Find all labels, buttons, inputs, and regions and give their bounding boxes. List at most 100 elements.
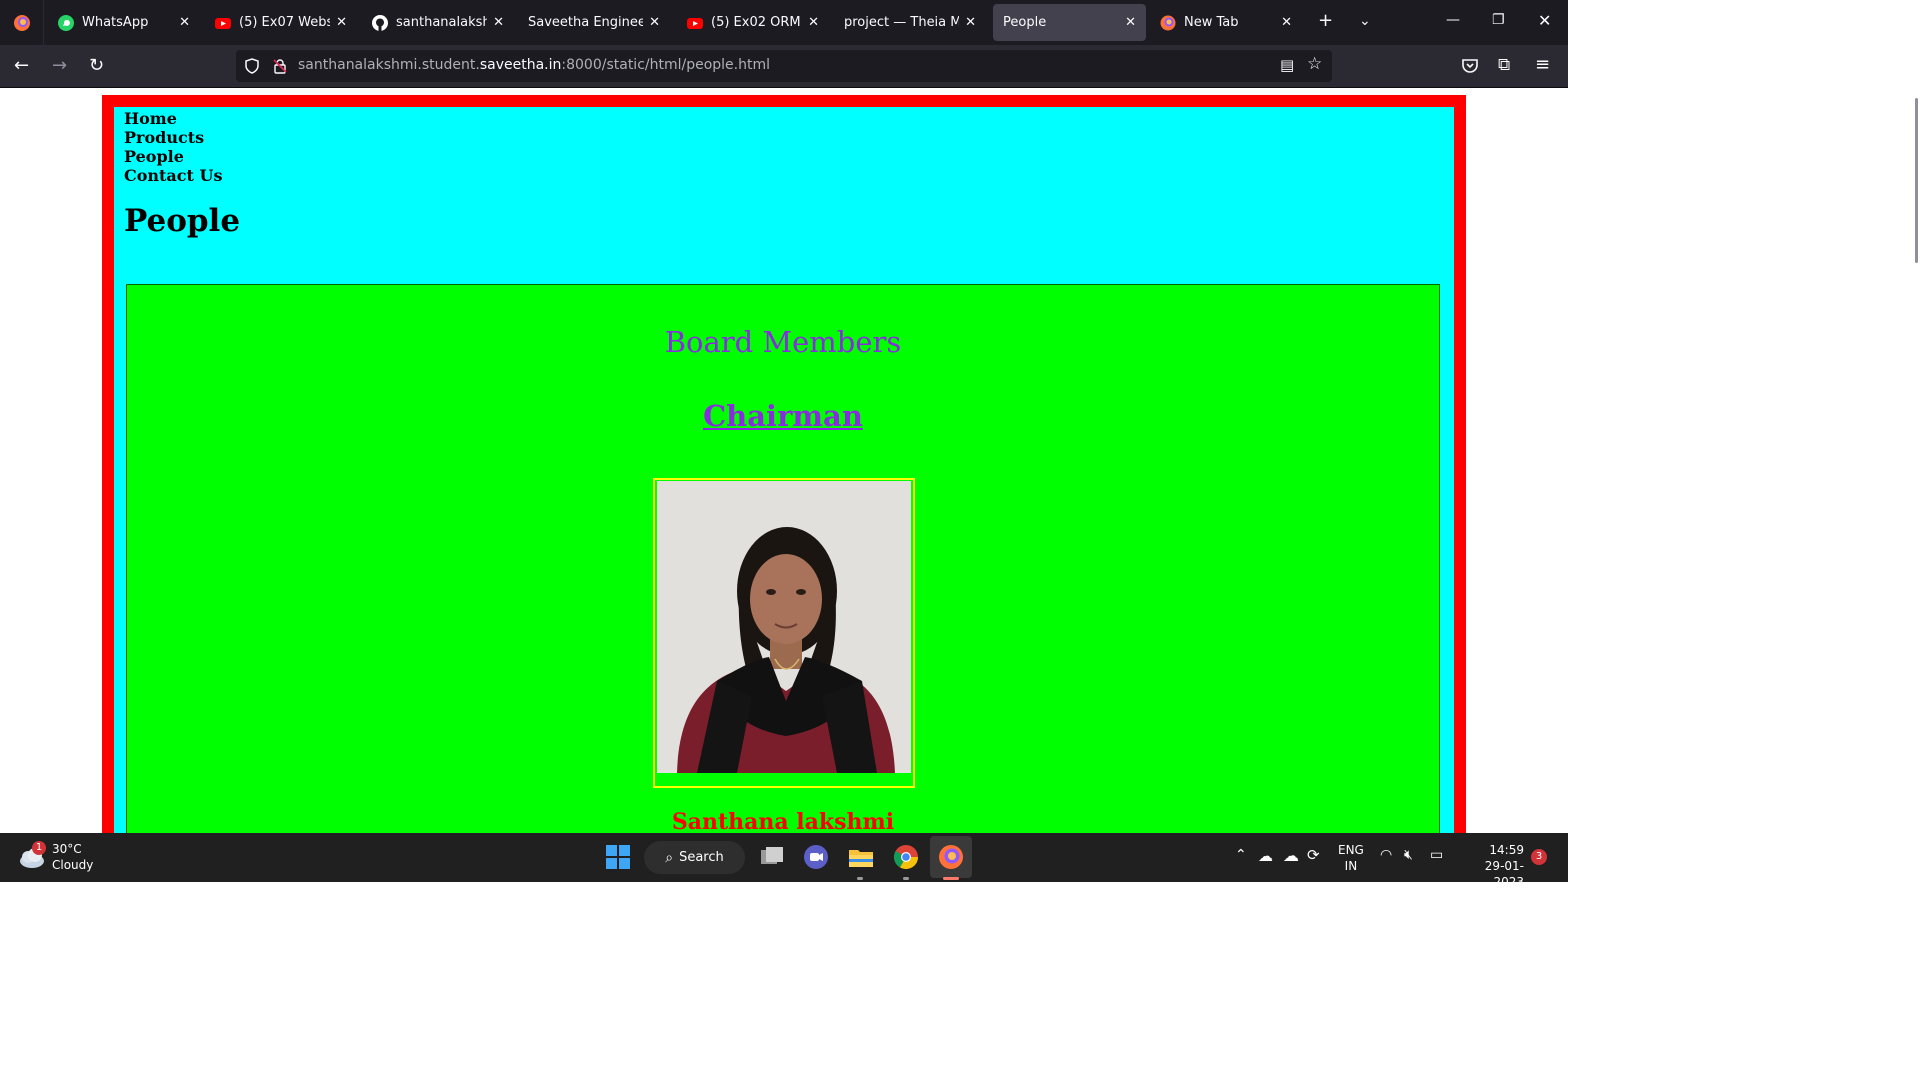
url-host: saveetha.in — [479, 57, 562, 73]
extensions-puzzle-icon[interactable]: ⧉ — [1498, 55, 1510, 75]
tab-saveetha[interactable]: Saveetha Engineering ✕ — [518, 4, 670, 41]
tab-github[interactable]: santhanalakshmi0 ✕ — [362, 4, 514, 41]
role-title-chairman[interactable]: Chairman — [127, 399, 1439, 433]
volume-muted-icon[interactable]: 🔇︎ — [1404, 847, 1413, 863]
clock[interactable]: 14:59 29-01-2023 — [1460, 842, 1524, 890]
chevron-up-icon[interactable]: ⌃ — [1235, 847, 1247, 863]
running-indicator — [857, 877, 863, 880]
wifi-icon[interactable]: ◠ — [1380, 847, 1392, 863]
address-bar[interactable]: santhanalakshmi.student.saveetha.in:8000… — [236, 50, 1332, 82]
firefox-icon — [13, 14, 30, 31]
page-container: Home Products People Contact Us People B… — [114, 107, 1454, 833]
page-title: People — [124, 203, 241, 239]
url-suffix: :8000/static/html/people.html — [561, 57, 771, 73]
tab-whatsapp[interactable]: WhatsApp ✕ — [48, 4, 200, 41]
weather-temperature: 30°C — [52, 842, 82, 856]
tab-youtube-ex07[interactable]: (5) Ex07 Website f ✕ — [205, 4, 357, 41]
notification-badge[interactable]: 3 — [1531, 849, 1547, 865]
tab-title: Saveetha Engineering — [528, 15, 644, 30]
pocket-icon[interactable] — [1461, 58, 1479, 74]
cloud-icon[interactable]: ☁ — [1283, 846, 1299, 865]
language-code: ENG — [1338, 843, 1364, 857]
tab-title: (5) Ex02 ORM Con — [711, 15, 802, 30]
back-arrow-icon[interactable]: ← — [14, 55, 29, 76]
site-nav: Home Products People Contact Us — [124, 109, 222, 185]
close-icon[interactable]: ✕ — [965, 15, 976, 30]
firefox-view-button[interactable] — [0, 0, 44, 45]
youtube-icon — [215, 17, 231, 29]
tab-title: People — [1003, 15, 1047, 30]
page-scrollbar[interactable] — [1912, 88, 1920, 833]
navigation-toolbar: ← → ↻ santhanalakshmi.student.saveetha.i… — [0, 45, 1568, 88]
scrollbar-thumb[interactable] — [1915, 98, 1918, 263]
firefox-icon — [1160, 15, 1176, 30]
nav-link-contact-us[interactable]: Contact Us — [124, 166, 222, 185]
close-icon[interactable]: ✕ — [493, 15, 504, 30]
clock-date: 29-01-2023 — [1484, 859, 1524, 889]
insecure-lock-icon[interactable] — [272, 58, 288, 74]
language-indicator[interactable]: ENG IN — [1338, 842, 1364, 874]
window-close-icon[interactable]: ✕ — [1538, 11, 1551, 30]
member-name: Santhana lakshmi — [671, 809, 895, 833]
tab-people[interactable]: People ✕ — [993, 4, 1146, 41]
close-icon[interactable]: ✕ — [1281, 15, 1292, 30]
search-icon: ⌕ — [665, 849, 674, 866]
bookmark-star-icon[interactable]: ☆ — [1307, 54, 1322, 74]
nav-link-home[interactable]: Home — [124, 109, 222, 128]
tab-new-tab[interactable]: New Tab ✕ — [1150, 4, 1302, 41]
shield-icon[interactable] — [244, 58, 260, 74]
minimize-icon[interactable]: — — [1446, 12, 1460, 28]
reader-view-icon[interactable]: ▤ — [1280, 56, 1294, 74]
tab-theia[interactable]: project — Theia Multi ✕ — [834, 4, 986, 41]
windows-start-icon[interactable] — [604, 843, 632, 871]
hamburger-menu-icon[interactable]: ≡ — [1535, 54, 1550, 75]
taskbar-search[interactable]: ⌕ Search — [644, 841, 745, 874]
tab-bar: WhatsApp ✕ (5) Ex07 Website f ✕ santhana… — [0, 0, 1568, 45]
tab-title: New Tab — [1184, 15, 1239, 30]
teams-chat-icon[interactable] — [802, 843, 830, 871]
member-photo-frame — [653, 478, 915, 788]
firefox-taskbar-icon[interactable] — [937, 843, 965, 871]
forward-arrow-icon[interactable]: → — [52, 55, 67, 76]
nav-link-people[interactable]: People — [124, 147, 222, 166]
url-text[interactable]: santhanalakshmi.student.saveetha.in:8000… — [298, 57, 770, 73]
close-icon[interactable]: ✕ — [649, 15, 660, 30]
running-indicator — [903, 877, 909, 880]
active-indicator — [943, 877, 959, 880]
tab-title: project — Theia Multi — [844, 15, 960, 30]
weather-widget[interactable]: 1 30°C Cloudy — [18, 841, 93, 873]
onedrive-sync-icon[interactable]: ☁ — [1258, 847, 1273, 865]
tab-title: santhanalakshmi0 — [396, 15, 488, 30]
file-explorer-icon[interactable] — [847, 843, 875, 871]
update-refresh-icon[interactable]: ⟳ — [1307, 846, 1320, 864]
search-label: Search — [679, 850, 724, 865]
close-icon[interactable]: ✕ — [1125, 15, 1136, 30]
restore-icon[interactable]: ❐ — [1492, 12, 1505, 28]
close-icon[interactable]: ✕ — [336, 15, 347, 30]
section-title: Board Members — [664, 325, 902, 359]
nav-link-products[interactable]: Products — [124, 128, 222, 147]
task-view-icon[interactable] — [758, 843, 786, 871]
weather-text: 30°C Cloudy — [52, 841, 93, 873]
weather-description: Cloudy — [52, 858, 94, 872]
chrome-icon[interactable] — [892, 843, 920, 871]
clock-time: 14:59 — [1489, 843, 1524, 857]
url-prefix: santhanalakshmi.student. — [298, 57, 480, 73]
github-icon — [372, 14, 388, 31]
whatsapp-icon — [58, 14, 74, 31]
list-all-tabs-chevron-down-icon[interactable]: ⌄ — [1359, 13, 1371, 29]
weather-badge: 1 — [32, 841, 46, 855]
region-code: IN — [1344, 859, 1358, 873]
reload-icon[interactable]: ↻ — [89, 55, 104, 76]
board-members-panel: Board Members Chairman Santhana lakshmi — [126, 284, 1440, 833]
tab-title: WhatsApp — [82, 15, 149, 30]
tab-youtube-ex02[interactable]: (5) Ex02 ORM Con ✕ — [677, 4, 829, 41]
close-icon[interactable]: ✕ — [808, 15, 819, 30]
new-tab-plus-icon[interactable]: + — [1318, 10, 1333, 31]
youtube-icon — [687, 17, 703, 29]
member-photo — [657, 481, 911, 773]
battery-icon[interactable]: ▭ — [1430, 847, 1443, 863]
close-icon[interactable]: ✕ — [179, 15, 190, 30]
tab-title: (5) Ex07 Website f — [239, 15, 331, 30]
cloud-weather-icon: 1 — [18, 841, 46, 871]
